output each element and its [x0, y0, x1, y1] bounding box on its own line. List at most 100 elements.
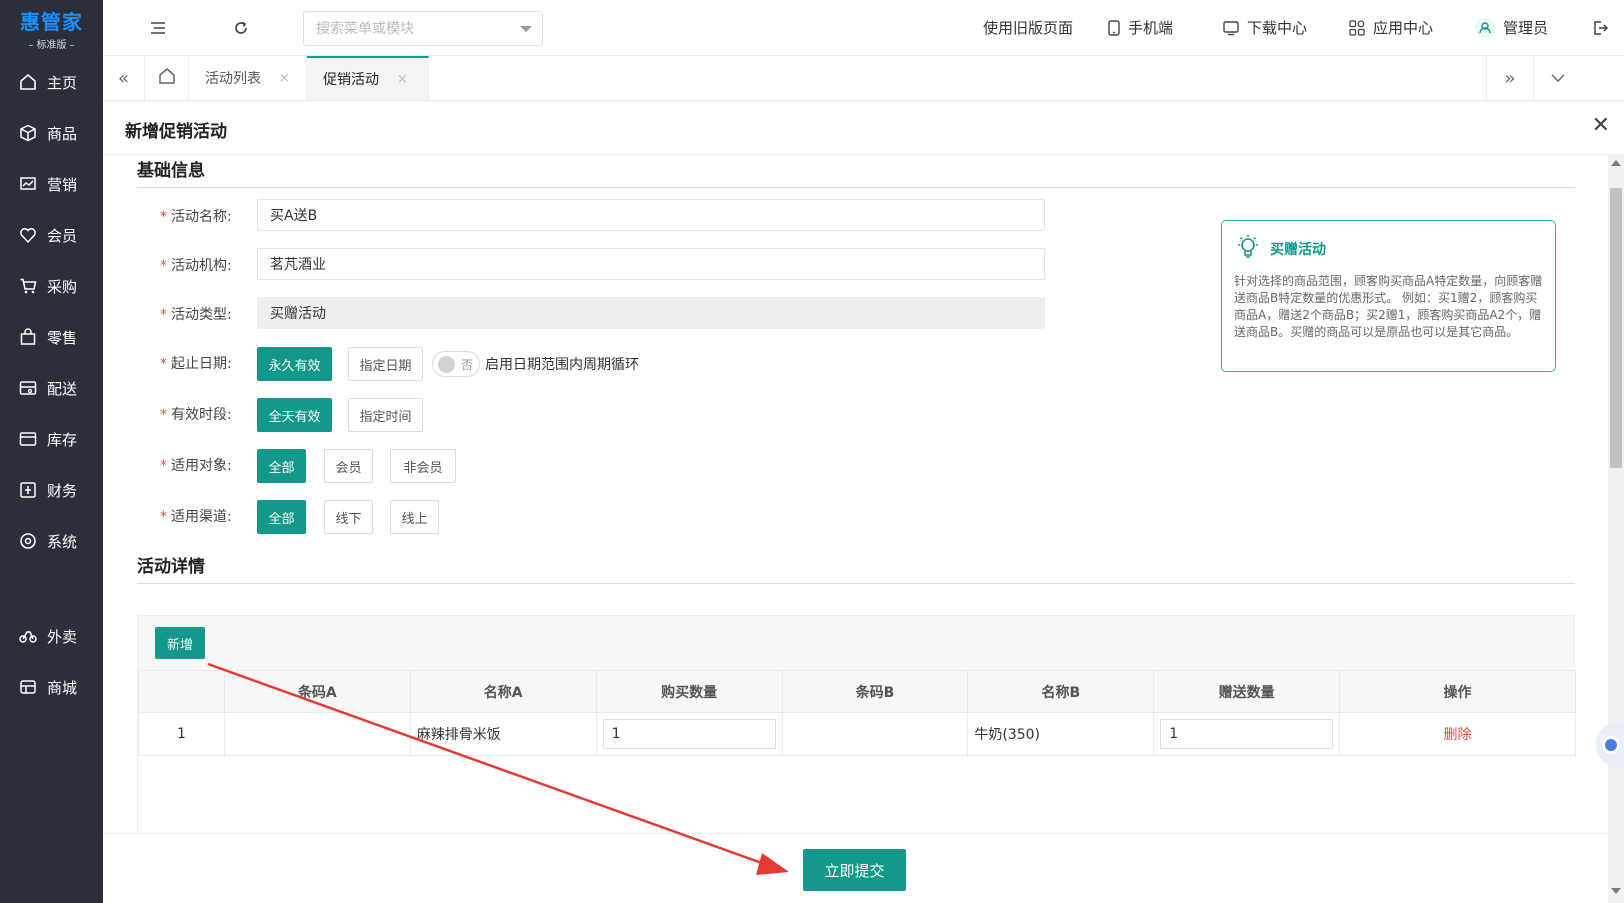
monitor-icon — [1223, 20, 1239, 36]
sidebar-item-purchase[interactable]: 采购 — [0, 266, 103, 306]
target-nonmember-button[interactable]: 非会员 — [390, 449, 456, 483]
sidebar-item-products[interactable]: 商品 — [0, 113, 103, 153]
tabs-scroll-right-icon[interactable]: » — [1486, 56, 1534, 100]
activity-tip-box: 买赠活动 针对选择的商品范围，顾客购买商品A特定数量，向顾客赠送商品B特定数量的… — [1221, 220, 1556, 372]
tip-title: 买赠活动 — [1270, 242, 1326, 258]
menu-toggle-icon[interactable] — [148, 18, 168, 38]
sidebar-item-mall[interactable]: 商城 — [0, 667, 103, 707]
sidebar-item-inventory[interactable]: 库存 — [0, 419, 103, 459]
scroll-up-icon[interactable] — [1611, 160, 1621, 166]
scroll-down-icon[interactable] — [1611, 888, 1621, 894]
refresh-icon[interactable] — [231, 18, 251, 38]
close-icon[interactable]: × — [397, 72, 408, 87]
tip-body: 针对选择的商品范围，顾客购买商品A特定数量，向顾客赠送商品B特定数量的优惠形式。… — [1234, 274, 1543, 339]
label-text: 起止日期: — [171, 356, 232, 372]
dialog-body: 基础信息 * 活动名称: 买A送B * 活动机构: 茗芃酒业 * 活动类型: 买赠活动… — [103, 155, 1608, 833]
app-center-label: 应用中心 — [1373, 19, 1434, 37]
tab-home[interactable] — [145, 56, 189, 100]
label-text: 有效时段: — [171, 407, 232, 423]
user-name: 管理员 — [1503, 19, 1549, 37]
period-specified-button[interactable]: 指定时间 — [348, 398, 423, 432]
sidebar-item-label: 采购 — [47, 277, 78, 296]
tabs-scroll-left-icon[interactable]: « — [103, 56, 145, 100]
cycle-toggle[interactable]: 否 — [432, 351, 480, 377]
column-header: 赠送数量 — [1153, 670, 1341, 713]
column-header: 条码A — [223, 670, 411, 713]
sidebar-item-members[interactable]: 会员 — [0, 215, 103, 255]
sidebar-item-delivery[interactable]: 配送 — [0, 368, 103, 408]
tabs-dropdown-icon[interactable] — [1534, 56, 1582, 100]
action-cell: 删除 — [1339, 712, 1576, 756]
table-empty-area — [138, 756, 1576, 833]
detail-table: 条码A 名称A 购买数量 条码B 名称B 赠送数量 操作 1 麻辣排骨米饭 1 … — [138, 670, 1576, 756]
logout-icon[interactable] — [1590, 18, 1610, 38]
sidebar-item-retail[interactable]: 零售 — [0, 317, 103, 357]
activity-org-input[interactable]: 茗芃酒业 — [257, 248, 1045, 280]
sidebar-item-takeout[interactable]: 外卖 — [0, 616, 103, 656]
dialog-title: 新增促销活动 — [125, 122, 227, 142]
close-icon[interactable]: ✕ — [1592, 113, 1610, 138]
channel-offline-button[interactable]: 线下 — [324, 500, 373, 534]
table-header-row: 条码A 名称A 购买数量 条码B 名称B 赠送数量 操作 — [138, 670, 1576, 713]
required-mark: * — [160, 209, 167, 225]
top-bar: 使用旧版页面 手机端 下载中心 应用中心 管理员 — [103, 0, 1624, 56]
name-b-cell: 牛奶(350) — [967, 712, 1155, 756]
finance-icon — [18, 480, 38, 500]
sidebar-item-home[interactable]: 主页 — [0, 62, 103, 102]
settings-icon — [18, 531, 38, 551]
date-specified-button[interactable]: 指定日期 — [348, 347, 423, 381]
sidebar-item-system[interactable]: 系统 — [0, 521, 103, 561]
tab-promotion[interactable]: 促销活动 × — [307, 56, 429, 100]
column-header — [138, 670, 225, 713]
target-member-button[interactable]: 会员 — [324, 449, 373, 483]
old-version-link[interactable]: 使用旧版页面 — [983, 17, 1073, 38]
column-header: 名称A — [409, 670, 597, 713]
column-header: 条码B — [781, 670, 969, 713]
tab-label: 活动列表 — [205, 71, 261, 87]
buy-qty-input[interactable]: 1 — [602, 719, 776, 749]
bike-icon — [18, 626, 38, 646]
tab-activity-list[interactable]: 活动列表 × — [189, 56, 307, 100]
submit-button[interactable]: 立即提交 — [803, 849, 906, 891]
sidebar-item-finance[interactable]: 财务 — [0, 470, 103, 510]
label-text: 适用对象: — [171, 458, 232, 474]
user-menu[interactable]: 管理员 — [1475, 17, 1548, 38]
scrollbar-thumb[interactable] — [1610, 188, 1622, 468]
download-center-link[interactable]: 下载中心 — [1223, 17, 1307, 38]
period-allday-button[interactable]: 全天有效 — [257, 398, 332, 432]
column-header: 购买数量 — [595, 670, 783, 713]
close-icon[interactable]: × — [279, 71, 290, 86]
tab-label: 促销活动 — [323, 72, 379, 88]
sidebar-item-marketing[interactable]: 营销 — [0, 164, 103, 204]
logo: 惠管家 – 标准版 – — [0, 0, 103, 56]
target-all-button[interactable]: 全部 — [257, 449, 306, 483]
name-a-cell: 麻辣排骨米饭 — [409, 712, 597, 756]
column-header: 名称B — [967, 670, 1155, 713]
required-mark: * — [160, 509, 167, 525]
logo-text: 惠管家 — [20, 9, 83, 34]
column-header: 操作 — [1339, 670, 1576, 713]
activity-org-label: * 活动机构: — [160, 255, 232, 275]
date-permanent-button[interactable]: 永久有效 — [257, 347, 332, 381]
menu-search-input[interactable] — [316, 20, 530, 37]
download-center-label: 下载中心 — [1247, 19, 1308, 37]
channel-all-button[interactable]: 全部 — [257, 500, 306, 534]
activity-name-input[interactable]: 买A送B — [257, 199, 1045, 231]
channel-online-button[interactable]: 线上 — [390, 500, 439, 534]
cart-icon — [18, 276, 38, 296]
add-row-button[interactable]: 新增 — [155, 627, 205, 659]
menu-search[interactable] — [303, 11, 543, 46]
gift-qty-input[interactable]: 1 — [1160, 719, 1334, 749]
label-text: 适用渠道: — [171, 509, 232, 525]
required-mark: * — [160, 407, 167, 423]
home-icon — [18, 72, 38, 92]
bag-icon — [18, 327, 38, 347]
row-index: 1 — [138, 712, 225, 756]
delete-link[interactable]: 删除 — [1444, 727, 1472, 743]
toggle-knob — [438, 355, 455, 373]
app-center-link[interactable]: 应用中心 — [1349, 17, 1433, 38]
sidebar-item-label: 外卖 — [47, 627, 78, 646]
tip-header: 买赠活动 — [1234, 233, 1543, 265]
mobile-link[interactable]: 手机端 — [1108, 17, 1173, 38]
sidebar-item-label: 商品 — [47, 124, 78, 143]
